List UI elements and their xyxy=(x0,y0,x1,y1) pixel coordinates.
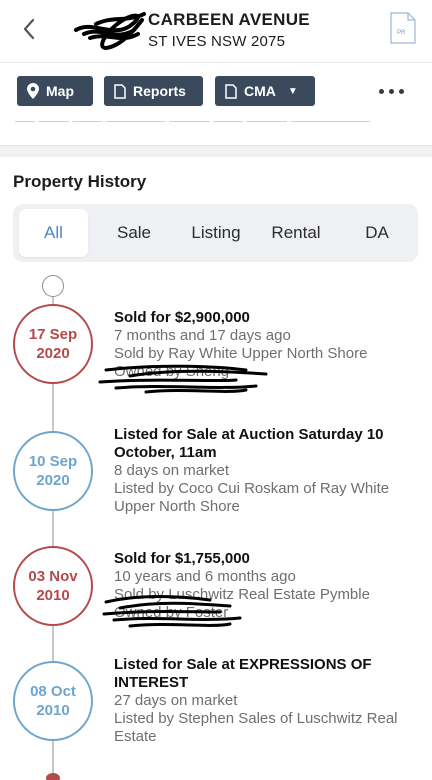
event-year: 2020 xyxy=(36,472,70,489)
pdf-label: PR xyxy=(397,30,406,36)
address-suburb: ST IVES NSW 2075 xyxy=(148,33,286,50)
caret-down-icon: ▼ xyxy=(287,85,298,97)
document-icon xyxy=(114,83,126,99)
event-year: 2020 xyxy=(36,345,70,362)
partially-scrolled-text: ▁▁ ▁▁▁ ▁▁▁ ▁▁▁▁▁▁ ▁▁▁▁ ▁▁▁ ▁▁▁▁ ▁▁▁▁▁▁▁▁ xyxy=(15,108,371,122)
event-agent: Listed by Stephen Sales of Luschwitz Rea… xyxy=(114,710,398,745)
history-event[interactable]: Listed for Sale at EXPRESSIONS OF INTERE… xyxy=(114,656,414,746)
event-year: 2010 xyxy=(36,587,70,604)
address-street: CARBEEN AVENUE xyxy=(148,10,310,29)
history-event[interactable]: Listed for Sale at Auction Saturday 10 O… xyxy=(114,426,414,516)
tab-sale[interactable]: Sale xyxy=(99,209,169,257)
event-day-month: 10 Sep xyxy=(28,453,78,470)
tab-da[interactable]: DA xyxy=(343,209,411,257)
tab-all[interactable]: All xyxy=(19,209,88,257)
event-title: Sold for $1,755,000 xyxy=(114,550,250,567)
map-pin-icon xyxy=(27,83,39,99)
event-elapsed: 8 days on market xyxy=(114,462,230,479)
map-button-label: Map xyxy=(46,83,74,99)
section-divider xyxy=(0,145,432,157)
event-date-badge: 10 Sep 2020 xyxy=(13,431,93,511)
redaction-scribble xyxy=(98,364,268,394)
app-header: CARBEEN AVENUE ST IVES NSW 2075 PR xyxy=(0,0,432,62)
event-year: 2010 xyxy=(36,702,70,719)
cma-button-label: CMA xyxy=(244,83,276,99)
event-title: Sold for $2,900,000 xyxy=(114,309,250,326)
more-horizontal-icon[interactable] xyxy=(374,81,408,101)
chevron-left-icon xyxy=(23,18,35,40)
tab-listing[interactable]: Listing xyxy=(181,209,251,257)
event-day-month: 17 Sep xyxy=(28,326,78,343)
pdf-document-icon[interactable]: PR xyxy=(390,12,416,44)
event-date-badge-partial xyxy=(46,773,60,780)
event-elapsed: 27 days on market xyxy=(114,692,238,709)
event-date-badge: 03 Nov 2010 xyxy=(13,546,93,626)
event-agent: Listed by Coco Cui Roskam of Ray White U… xyxy=(114,480,390,515)
cma-dropdown-button[interactable]: CMA ▼ xyxy=(215,76,315,106)
event-date-badge: 17 Sep 2020 xyxy=(13,304,93,384)
event-title: Listed for Sale at Auction Saturday 10 O… xyxy=(114,426,384,461)
redaction-scribble xyxy=(74,12,146,51)
property-history-title: Property History xyxy=(13,172,147,191)
history-filter-tabs: All Sale Listing Rental DA xyxy=(13,204,418,262)
back-button[interactable] xyxy=(14,14,44,44)
reports-button[interactable]: Reports xyxy=(104,76,203,106)
document-icon xyxy=(225,83,237,99)
event-title: Listed for Sale at EXPRESSIONS OF INTERE… xyxy=(114,656,372,691)
tab-rental[interactable]: Rental xyxy=(261,209,331,257)
event-elapsed: 10 years and 6 months ago xyxy=(114,568,296,585)
event-day-month: 08 Oct xyxy=(30,683,76,700)
event-day-month: 03 Nov xyxy=(28,568,78,585)
timeline-start-marker xyxy=(42,275,64,297)
event-elapsed: 7 months and 17 days ago xyxy=(114,327,291,344)
map-button[interactable]: Map xyxy=(17,76,93,106)
reports-button-label: Reports xyxy=(133,83,186,99)
event-date-badge: 08 Oct 2010 xyxy=(13,661,93,741)
